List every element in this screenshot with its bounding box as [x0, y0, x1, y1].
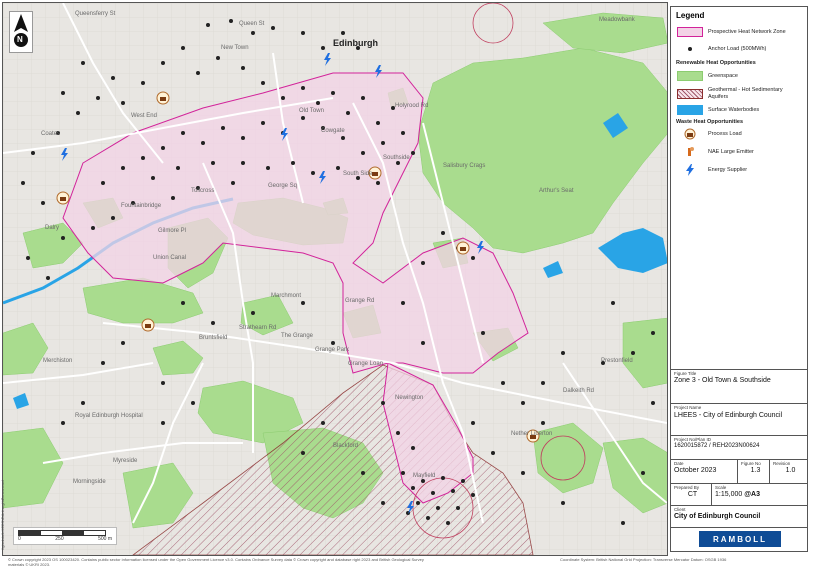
map-label: The Grange — [281, 333, 314, 339]
client-block: Client City of Edinburgh Council — [671, 505, 807, 528]
process-load-icon — [156, 91, 170, 105]
file-path-note: \\gisdata\LHEES\Edinburgh\Zones.mxd — [0, 480, 5, 550]
sheet-size: @A3 — [744, 491, 760, 498]
legend-item-nae: NAE Large Emitter — [677, 147, 754, 157]
legend-item-zone: Prospective Heat Network Zone — [677, 27, 786, 37]
legend-heading-waste: Waste Heat Opportunities — [676, 119, 744, 125]
map-label: Newington — [395, 395, 424, 401]
project-no-caption: Project No/Plan ID — [674, 437, 712, 442]
emitter-icon — [688, 147, 694, 156]
legend-item-energy: Energy Supplier — [677, 164, 747, 176]
coordinate-note: Coordinate System: British National Grid… — [560, 557, 727, 562]
lightning-icon — [686, 164, 694, 176]
map-label: Myreside — [113, 458, 138, 464]
scale-bar: 0 250 500 m — [13, 527, 117, 545]
legend: Legend Prospective Heat Network Zone Anc… — [671, 7, 807, 367]
figure-title-caption: Figure Title — [674, 371, 697, 376]
map-label: Union Canal — [153, 255, 187, 261]
map-label: Strathearn Rd — [239, 325, 277, 331]
project-no-block: Project No/Plan ID 1620015872 / REH2023N… — [671, 435, 807, 450]
map-canvas[interactable]: Queensferry St Queen St New Town Edinbur… — [2, 2, 668, 556]
dot-icon — [688, 47, 692, 51]
map-label: Prestonfield — [601, 358, 633, 364]
legend-title: Legend — [676, 11, 705, 20]
figure-title-block: Figure Title Zone 3 - Old Town & Southsi… — [671, 369, 807, 404]
scale-value: 1:15,000 — [715, 491, 743, 498]
map-label: Merchiston — [43, 358, 73, 364]
north-label: N — [17, 35, 23, 44]
scale-tick: 250 — [55, 536, 64, 542]
north-arrow-icon — [14, 14, 28, 47]
map-label: Gilmore Pl — [158, 228, 187, 234]
map-label: Arthur's Seat — [539, 188, 574, 194]
map-label: Holyrood Rd — [395, 103, 429, 109]
map-label: Grange Loan — [348, 361, 384, 367]
prepared-row: Prepared By CT Scale 1:15,000 @A3 — [671, 483, 807, 506]
green-swatch — [677, 71, 703, 81]
prepared-caption: Prepared By — [674, 485, 700, 490]
legend-item-process: Process Load — [677, 128, 742, 140]
project-no: 1620015872 / REH2023N00624 — [674, 443, 760, 449]
north-arrow: N — [9, 11, 33, 53]
map-label: Dalry — [45, 225, 60, 231]
map-label: Grange Rd — [345, 298, 375, 304]
scale-tick: 0 — [18, 536, 21, 542]
legend-item-green: Greenspace — [677, 71, 738, 81]
map-label: Grange Park — [315, 347, 350, 353]
zone-swatch — [677, 27, 703, 37]
map-label: Southside — [383, 155, 410, 161]
factory-icon — [684, 128, 696, 140]
map-label: Coates — [41, 131, 61, 137]
map-svg — [3, 3, 667, 555]
date: October 2023 — [674, 467, 717, 474]
legend-item-water: Surface Waterbodies — [677, 105, 759, 115]
map-label: West End — [131, 113, 157, 119]
date-caption: Date — [674, 461, 684, 466]
water-swatch — [677, 105, 703, 115]
legend-item-anchor: Anchor Load (500MWh) — [677, 44, 766, 54]
project-name-caption: Project Name — [674, 405, 702, 410]
map-label: Mayfield — [413, 473, 436, 479]
map-label: Nether Liberton — [511, 431, 553, 437]
process-load-icon — [56, 191, 70, 205]
map-label: Blackford — [333, 443, 359, 449]
map-label: New Town — [221, 45, 249, 51]
map-label: George Sq — [268, 183, 298, 189]
map-label: Old Town — [299, 108, 324, 114]
legend-heading-renewable: Renewable Heat Opportunities — [676, 60, 756, 66]
map-label: Morningside — [73, 479, 106, 485]
map-label: Bruntsfield — [199, 335, 228, 341]
figure-no-caption: Figure No — [741, 461, 761, 466]
map-label: Queen St — [239, 21, 265, 27]
revision-caption: Revision — [773, 461, 791, 466]
client-caption: Client — [674, 507, 686, 512]
project-name-block: Project Name LHEES - City of Edinburgh C… — [671, 403, 807, 434]
scale-caption: Scale — [715, 485, 727, 490]
figure-title: Zone 3 - Old Town & Southside — [674, 377, 771, 384]
map-label: Meadowbank — [599, 17, 635, 23]
map-label: Marchmont — [271, 293, 302, 299]
scale-tick: 500 m — [98, 536, 112, 542]
map-label: Queensferry St — [75, 11, 116, 17]
prepared-by: CT — [687, 491, 698, 498]
map-label-city: Edinburgh — [333, 38, 378, 48]
revision: 1.0 — [785, 467, 796, 474]
map-label: Cowgate — [321, 128, 345, 134]
map-label: South Side — [343, 171, 373, 177]
map-label: Fountainbridge — [121, 203, 162, 209]
geo-swatch — [677, 89, 703, 99]
date-row: Date October 2023 Figure No 1.3 Revision… — [671, 459, 807, 484]
project-name: LHEES - City of Edinburgh Council — [674, 412, 783, 419]
map-label: Dalkeith Rd — [563, 388, 595, 394]
figure-no: 1.3 — [750, 467, 761, 474]
client: City of Edinburgh Council — [674, 513, 761, 520]
map-label: Royal Edinburgh Hospital — [75, 413, 143, 419]
map-label: Tollcross — [191, 188, 215, 194]
process-load-icon — [456, 241, 470, 255]
map-label: Salisbury Crags — [443, 163, 486, 169]
ramboll-logo: RAMBOLL — [699, 531, 781, 547]
legend-item-geo: Geothermal - Hot Sedimentary Aquifers — [677, 87, 801, 101]
process-load-icon — [141, 318, 155, 332]
legend-panel: Legend Prospective Heat Network Zone Anc… — [670, 6, 808, 552]
